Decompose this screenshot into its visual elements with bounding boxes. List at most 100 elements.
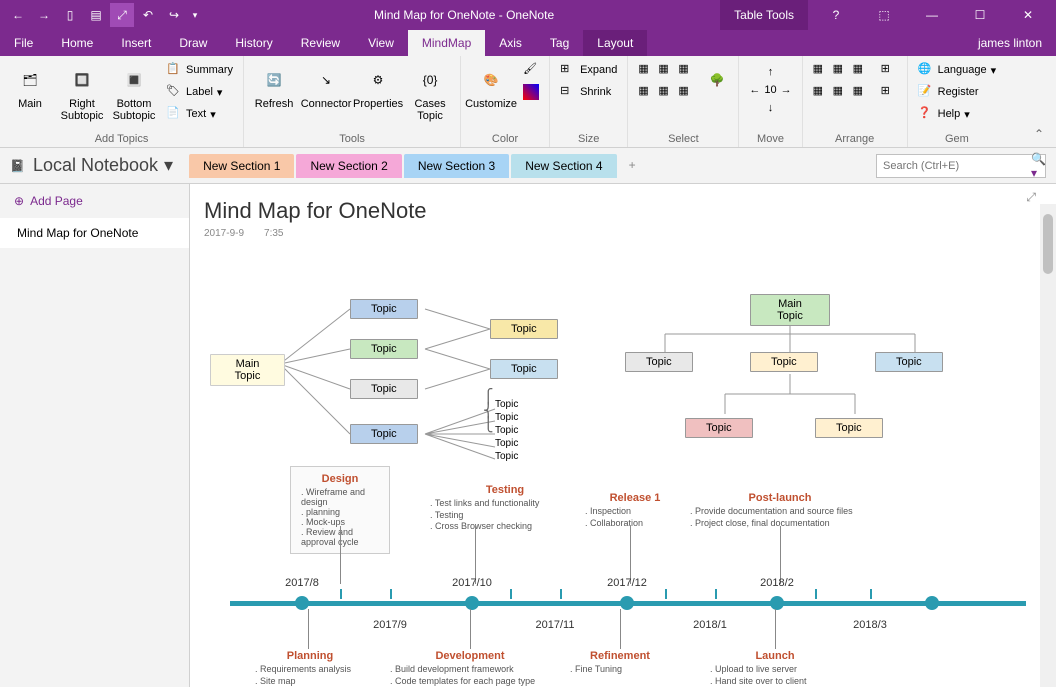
select-grid-2[interactable]: ▦▦▦ [634, 82, 698, 102]
page-canvas[interactable]: ⤢ Mind Map for OneNote 2017-9-97:35 Main… [190, 184, 1056, 687]
menu-axis[interactable]: Axis [485, 30, 536, 56]
fullscreen-icon[interactable]: ⤢ [1026, 190, 1036, 205]
search-input[interactable] [877, 160, 1031, 172]
node-topic[interactable]: Topic [750, 352, 818, 372]
language-button[interactable]: 🌐Language ▾ [914, 60, 1000, 80]
page-title[interactable]: Mind Map for OneNote [190, 184, 1056, 226]
node-topic[interactable]: Topic [685, 418, 753, 438]
node-topic[interactable]: Topic [490, 359, 558, 379]
section-tab-1[interactable]: New Section 1 [189, 154, 294, 178]
select-grid-1[interactable]: ▦▦▦ [634, 60, 698, 80]
undo-icon[interactable]: ↶ [136, 3, 160, 27]
page-icon[interactable]: ▤ [84, 3, 108, 27]
user-label[interactable]: james linton [964, 36, 1056, 50]
main-topic-button[interactable]: 🗂Main [6, 60, 54, 114]
properties-icon: ⚙ [362, 64, 394, 96]
move-left-button[interactable]: ← [749, 84, 760, 96]
page-item-1[interactable]: Mind Map for OneNote [0, 218, 189, 248]
label-button[interactable]: 🏷Label ▾ [162, 82, 237, 102]
menu-history[interactable]: History [221, 30, 286, 56]
color-picker-icon [523, 84, 539, 100]
register-button[interactable]: 📝Register [914, 82, 1000, 102]
timeline-dot [465, 596, 479, 610]
connector [340, 526, 341, 584]
phase-refinement: Refinement Fine Tuning [570, 650, 670, 676]
section-tab-3[interactable]: New Section 3 [404, 154, 509, 178]
cases-topic-button[interactable]: {0}Cases Topic [406, 60, 454, 126]
properties-button[interactable]: ⚙Properties [354, 60, 402, 114]
vertical-scrollbar[interactable] [1040, 204, 1056, 687]
node-main-2[interactable]: Main Topic [750, 294, 830, 326]
help-button-ribbon[interactable]: ❓Help ▾ [914, 104, 1000, 124]
move-up-button[interactable]: ↑ [764, 64, 778, 80]
arrange-3[interactable]: ⊞ [877, 60, 901, 80]
collapse-ribbon-icon[interactable]: ⌃ [1034, 127, 1050, 143]
scroll-thumb[interactable] [1043, 214, 1053, 274]
bottom-subtopic-button[interactable]: 🔳Bottom Subtopic [110, 60, 158, 126]
maximize-button[interactable]: ☐ [960, 0, 1000, 30]
ribbon-toggle-icon[interactable]: ⬚ [864, 0, 904, 30]
menu-layout[interactable]: Layout [583, 30, 647, 56]
add-section-button[interactable]: + [619, 154, 646, 178]
tree-icon: 🌳 [701, 64, 733, 96]
right-subtopic-button[interactable]: 🔲Right Subtopic [58, 60, 106, 126]
bottom-subtopic-icon: 🔳 [118, 64, 150, 96]
fit-icon[interactable]: ⤢ [110, 3, 134, 27]
customize-icon: 🎨 [475, 64, 507, 96]
brush-button[interactable]: 🖌 [519, 60, 543, 80]
text-button[interactable]: 📄Text ▾ [162, 104, 237, 124]
bracket-topics: TopicTopicTopicTopicTopic [495, 398, 518, 463]
connector-button[interactable]: ↘Connector [302, 60, 350, 114]
color-picker-button[interactable] [519, 82, 543, 102]
node-topic[interactable]: Topic [625, 352, 693, 372]
node-topic[interactable]: Topic [350, 424, 418, 444]
qat-dropdown-icon[interactable]: ▾ [188, 3, 202, 27]
menu-file[interactable]: File [0, 30, 47, 56]
arrange-2[interactable]: ▦▦▦ [809, 82, 873, 102]
arrange-4[interactable]: ⊞ [877, 82, 901, 102]
node-topic[interactable]: Topic [815, 418, 883, 438]
node-topic[interactable]: Topic [350, 299, 418, 319]
menu-draw[interactable]: Draw [165, 30, 221, 56]
expand-button[interactable]: ⊞Expand [556, 60, 621, 80]
close-button[interactable]: ✕ [1008, 0, 1048, 30]
help-button[interactable]: ? [816, 0, 856, 30]
summary-button[interactable]: 📋Summary [162, 60, 237, 80]
node-main-1[interactable]: Main Topic [210, 354, 285, 386]
back-icon[interactable]: ← [6, 3, 30, 27]
menu-tag[interactable]: Tag [536, 30, 583, 56]
node-topic[interactable]: Topic [875, 352, 943, 372]
main-topic-icon: 🗂 [14, 64, 46, 96]
menu-review[interactable]: Review [287, 30, 354, 56]
menu-home[interactable]: Home [47, 30, 107, 56]
add-page-button[interactable]: ⊕Add Page [0, 184, 189, 218]
quick-access-toolbar: ← → ▯ ▤ ⤢ ↶ ↪ ▾ [0, 3, 208, 27]
arrange-1[interactable]: ▦▦▦ [809, 60, 873, 80]
move-value[interactable]: 10 [764, 84, 776, 96]
shrink-button[interactable]: ⊟Shrink [556, 82, 621, 102]
select-tree-button[interactable]: 🌳 [702, 60, 732, 100]
group-arrange: Arrange [809, 131, 901, 145]
group-addtopics: Add Topics [6, 131, 237, 145]
move-down-button[interactable]: ↓ [764, 100, 778, 116]
menu-view[interactable]: View [354, 30, 408, 56]
menu-insert[interactable]: Insert [107, 30, 165, 56]
minimize-button[interactable]: — [912, 0, 952, 30]
cases-icon: {0} [414, 64, 446, 96]
refresh-button[interactable]: 🔄Refresh [250, 60, 298, 114]
node-topic[interactable]: Topic [350, 379, 418, 399]
search-box[interactable]: 🔍▾ [876, 154, 1046, 178]
customize-button[interactable]: 🎨Customize [467, 60, 515, 114]
section-tab-4[interactable]: New Section 4 [511, 154, 616, 178]
section-tab-2[interactable]: New Section 2 [296, 154, 401, 178]
dock-icon[interactable]: ▯ [58, 3, 82, 27]
send-icon[interactable]: ↪ [162, 3, 186, 27]
menu-mindmap[interactable]: MindMap [408, 30, 485, 56]
forward-icon[interactable]: → [32, 3, 56, 27]
node-topic[interactable]: Topic [490, 319, 558, 339]
node-topic[interactable]: Topic [350, 339, 418, 359]
notebook-dropdown[interactable]: Local Notebook ▾ [33, 155, 173, 176]
right-subtopic-icon: 🔲 [66, 64, 98, 96]
search-icon[interactable]: 🔍▾ [1031, 152, 1046, 180]
move-right-button[interactable]: → [781, 84, 792, 96]
